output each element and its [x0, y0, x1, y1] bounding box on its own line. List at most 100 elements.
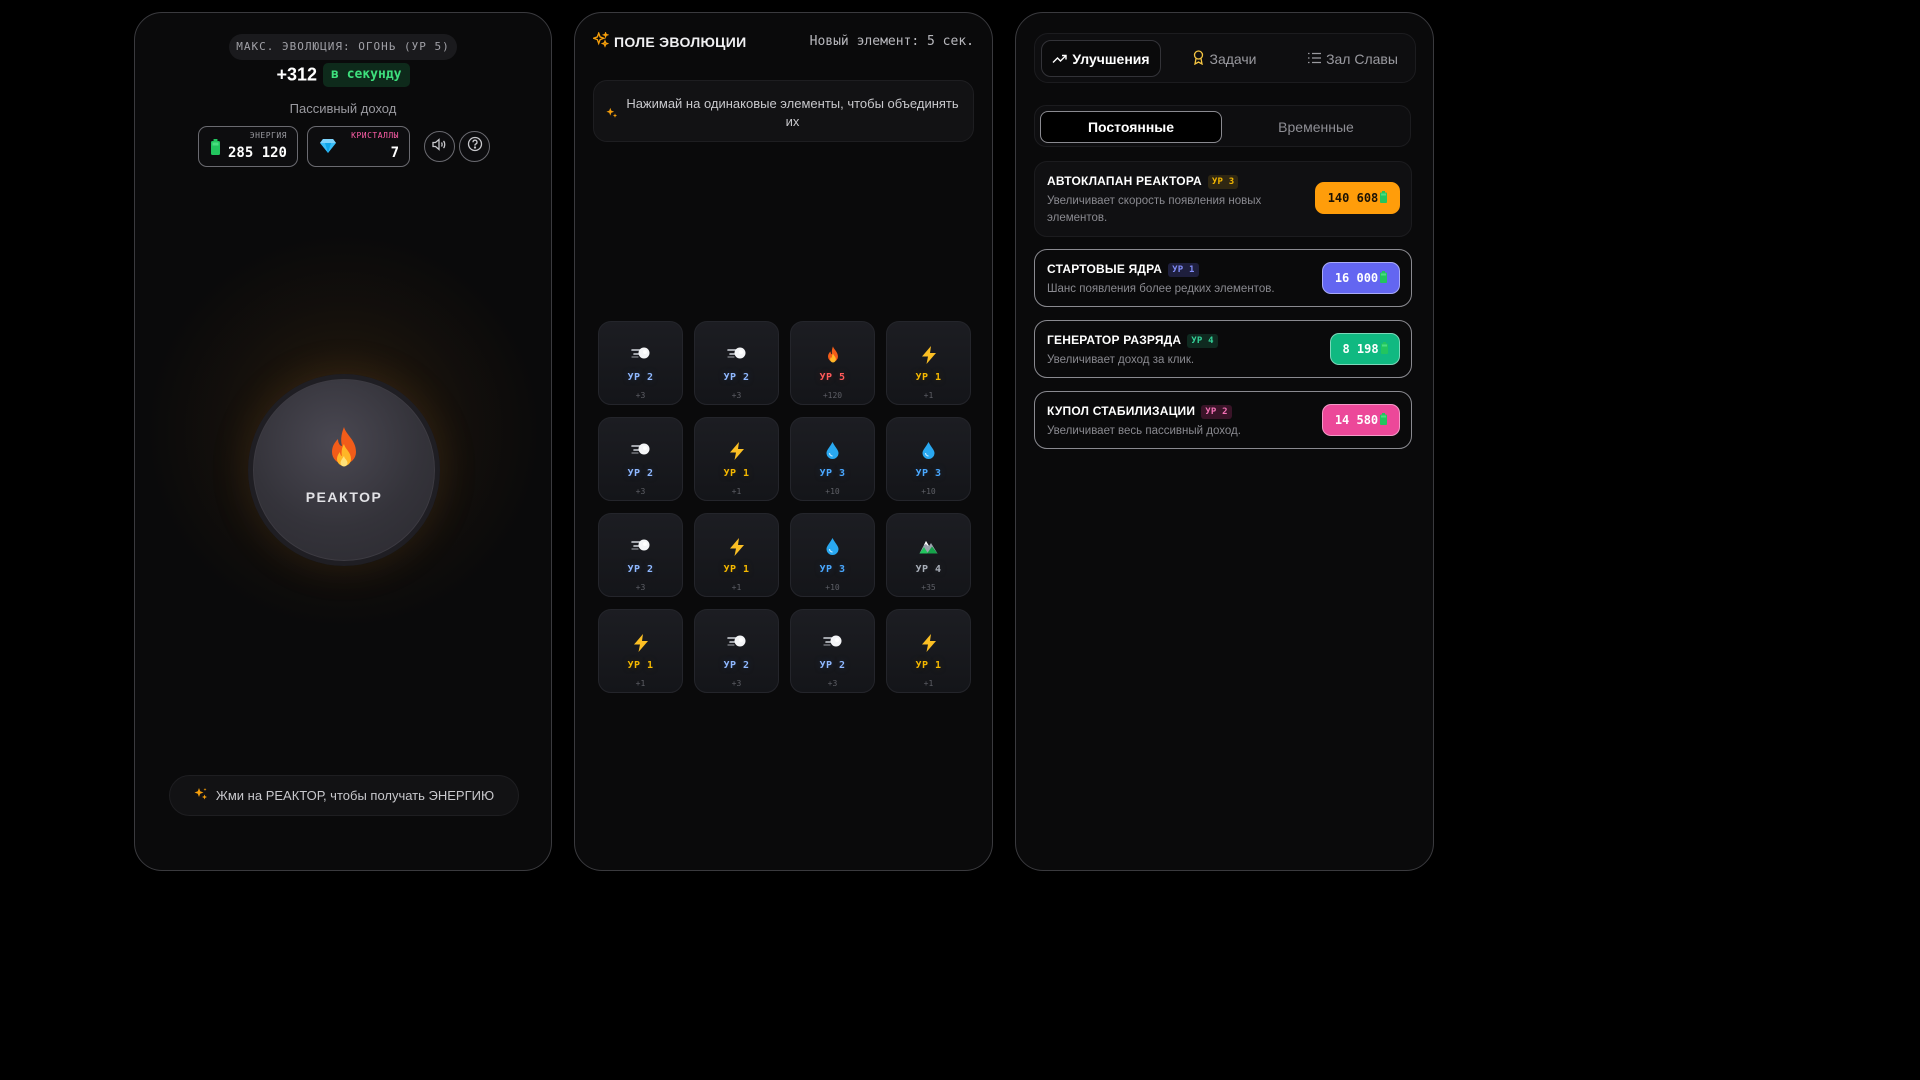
battery-icon	[211, 139, 220, 160]
upgrade-price: 16 000	[1334, 271, 1379, 285]
tab-upgrades-label: Улучшения	[1072, 50, 1150, 67]
energy-counter: ЭНЕРГИЯ 285 120	[198, 126, 298, 167]
subtab-temporary[interactable]: Временные	[1225, 111, 1407, 143]
element-gain: +1	[923, 391, 934, 400]
field-title-text: ПОЛЕ ЭВОЛЮЦИИ	[614, 33, 747, 50]
buy-upgrade-button[interactable]: 8 198	[1330, 333, 1400, 365]
evolution-field-panel: ПОЛЕ ЭВОЛЮЦИИ Новый элемент: 5 сек. Нажи…	[574, 12, 993, 871]
buy-upgrade-button[interactable]: 16 000	[1322, 262, 1400, 294]
lightning-icon	[887, 346, 970, 364]
element-cell-wind[interactable]: УР 2 +3	[598, 417, 683, 501]
element-cell-wind[interactable]: УР 2 +3	[694, 321, 779, 405]
element-level: УР 2	[627, 468, 654, 479]
tab-hall-of-fame-label: Зал Славы	[1326, 50, 1398, 67]
element-cell-water[interactable]: УР 3 +10	[790, 513, 875, 597]
upgrade-price: 14 580	[1334, 413, 1379, 427]
new-element-timer: Новый элемент: 5 сек.	[809, 34, 974, 49]
element-level: УР 2	[627, 372, 654, 383]
water-icon	[887, 442, 970, 460]
upgrade-description: Увеличивает скорость появления новых эле…	[1047, 195, 1262, 224]
upgrade-description: Шанс появления более редких элементов.	[1047, 283, 1275, 295]
merge-hint: Нажимай на одинаковые элементы, чтобы об…	[593, 80, 974, 142]
wind-icon	[599, 346, 682, 364]
income-rate: +312 в секунду	[135, 63, 551, 87]
element-gain: +3	[635, 487, 646, 496]
lightning-icon	[887, 634, 970, 652]
sub-tabs: Постоянные Временные	[1034, 105, 1411, 147]
subtab-permanent[interactable]: Постоянные	[1040, 111, 1222, 143]
tab-tasks[interactable]: Задачи	[1175, 40, 1275, 77]
element-gain: +3	[827, 679, 838, 688]
upgrade-description: Увеличивает весь пассивный доход.	[1047, 425, 1241, 437]
battery-icon	[1380, 341, 1388, 357]
element-level: УР 1	[915, 372, 942, 383]
element-level: УР 2	[627, 564, 654, 575]
element-level: УР 2	[819, 660, 846, 671]
element-level: УР 5	[819, 372, 846, 383]
wind-icon	[599, 442, 682, 460]
sparkle-icon	[591, 31, 610, 51]
passive-income-label: Пассивный доход	[289, 101, 397, 116]
element-cell-wind[interactable]: УР 2 +3	[790, 609, 875, 693]
upgrade-description: Увеличивает доход за клик.	[1047, 354, 1195, 366]
upgrade-level-badge: УР 2	[1201, 405, 1232, 419]
element-level: УР 2	[723, 372, 750, 383]
merge-hint-text: Нажимай на одинаковые элементы, чтобы об…	[626, 96, 959, 129]
element-cell-earth[interactable]: УР 4 +35	[886, 513, 971, 597]
element-level: УР 4	[915, 564, 942, 575]
buy-upgrade-button[interactable]: 140 608	[1315, 182, 1400, 214]
tab-upgrades[interactable]: Улучшения	[1041, 40, 1161, 77]
upgrade-name: ГЕНЕРАТОР РАЗРЯДА УР 4	[1047, 333, 1218, 348]
element-gain: +10	[921, 487, 936, 496]
sparkle-icon	[606, 106, 618, 124]
upgrade-price: 140 608	[1327, 191, 1379, 205]
crystals-label: КРИСТАЛЛЫ	[351, 131, 399, 140]
wind-icon	[599, 538, 682, 556]
element-gain: +10	[825, 487, 840, 496]
element-cell-lightning[interactable]: УР 1 +1	[694, 513, 779, 597]
element-cell-water[interactable]: УР 3 +10	[790, 417, 875, 501]
volume-icon	[432, 137, 447, 156]
upgrade-title: СТАРТОВЫЕ ЯДРА	[1047, 262, 1163, 276]
element-cell-wind[interactable]: УР 2 +3	[598, 513, 683, 597]
energy-value: 285 120	[227, 145, 287, 161]
upgrade-level-badge: УР 3	[1207, 175, 1239, 189]
tab-hall-of-fame[interactable]: Зал Славы	[1295, 40, 1410, 77]
upgrade-card: ГЕНЕРАТОР РАЗРЯДА УР 4 Увеличивает доход з…	[1034, 320, 1412, 378]
reactor-hint: Жми на РЕАКТОР, чтобы получать ЭНЕРГИЮ	[169, 775, 519, 816]
element-gain: +3	[731, 391, 742, 400]
tab-tasks-label: Задачи	[1209, 50, 1257, 67]
sound-button[interactable]	[424, 131, 455, 162]
element-gain: +120	[822, 391, 843, 400]
element-level: УР 1	[723, 468, 750, 479]
wind-icon	[695, 634, 778, 652]
element-level: УР 3	[915, 468, 942, 479]
reactor-button[interactable]: РЕАКТОР	[248, 374, 440, 566]
element-cell-lightning[interactable]: УР 1 +1	[598, 609, 683, 693]
element-cell-lightning[interactable]: УР 1 +1	[694, 417, 779, 501]
water-icon	[791, 442, 874, 460]
help-button[interactable]	[459, 131, 490, 162]
upgrade-card: АВТОКЛАПАН РЕАКТОРА УР 3 Увеличивает скоро…	[1034, 161, 1412, 237]
element-gain: +35	[921, 583, 936, 592]
element-cell-wind[interactable]: УР 2 +3	[598, 321, 683, 405]
element-level: УР 1	[627, 660, 654, 671]
crystals-value: 7	[390, 145, 399, 161]
buy-upgrade-button[interactable]: 14 580	[1322, 404, 1400, 436]
element-level: УР 1	[723, 564, 750, 575]
element-cell-water[interactable]: УР 3 +10	[886, 417, 971, 501]
lightning-icon	[695, 538, 778, 556]
upgrade-price: 8 198	[1342, 342, 1379, 356]
element-cell-wind[interactable]: УР 2 +3	[694, 609, 779, 693]
element-cell-lightning[interactable]: УР 1 +1	[886, 609, 971, 693]
list-icon	[1307, 51, 1322, 67]
element-gain: +1	[731, 583, 742, 592]
element-cell-fire[interactable]: УР 5 +120	[790, 321, 875, 405]
element-gain: +1	[731, 487, 742, 496]
element-cell-lightning[interactable]: УР 1 +1	[886, 321, 971, 405]
upgrade-level-badge: УР 4	[1187, 334, 1218, 348]
earth-icon	[887, 538, 970, 556]
upgrade-card: КУПОЛ СТАБИЛИЗАЦИИ УР 2 Увеличивает весь п…	[1034, 391, 1412, 449]
diamond-icon	[320, 139, 336, 158]
trending-up-icon	[1052, 51, 1068, 67]
